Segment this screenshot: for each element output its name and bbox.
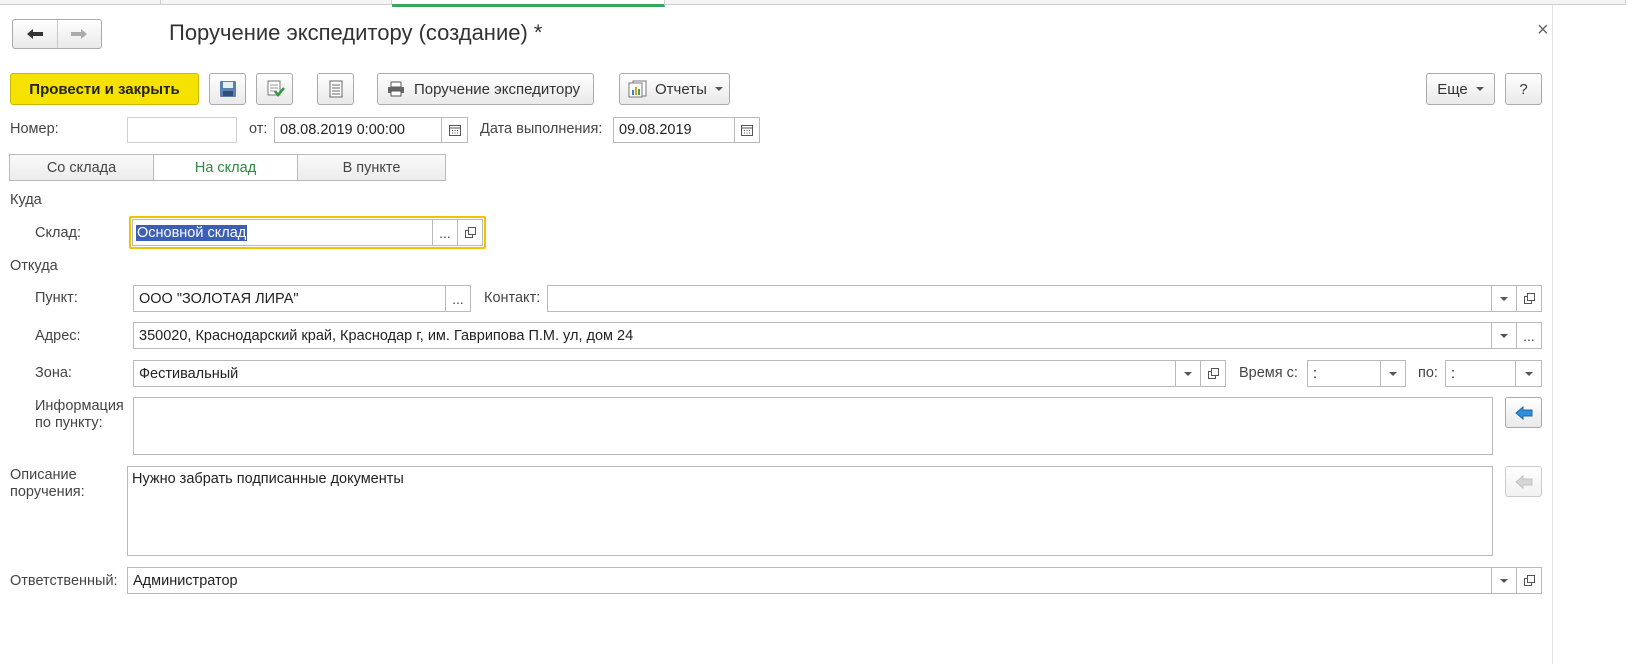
forward-arrow-icon: [71, 29, 88, 39]
chevron-down-icon: [1184, 371, 1192, 376]
printer-icon: [388, 81, 404, 97]
more-button[interactable]: Еще: [1426, 73, 1495, 105]
chevron-down-icon: [1524, 371, 1533, 376]
date-from-field[interactable]: 08.08.2019 0:00:00: [274, 117, 442, 143]
save-button[interactable]: [209, 73, 246, 105]
print-button[interactable]: Поручение экспедитору: [377, 73, 594, 105]
open-icon: [1207, 368, 1219, 379]
close-icon[interactable]: ×: [1537, 19, 1549, 42]
date-from-label: от:: [249, 121, 268, 137]
scrollbar-edge: [1552, 5, 1553, 664]
number-field[interactable]: [127, 117, 237, 143]
warehouse-field[interactable]: Основной склад: [132, 219, 433, 246]
responsible-label: Ответственный:: [10, 573, 118, 589]
chevron-down-icon: [1500, 578, 1508, 583]
description-label: Описание поручения:: [10, 467, 85, 501]
contact-open-button[interactable]: [1516, 285, 1542, 312]
responsible-dropdown-button[interactable]: [1491, 567, 1517, 594]
address-dropdown-button[interactable]: [1491, 322, 1517, 349]
point-select-button[interactable]: ...: [445, 285, 471, 312]
reports-icon: [628, 80, 647, 98]
save-icon: [219, 81, 236, 97]
post-document-icon: [267, 80, 285, 97]
app-tab-active[interactable]: [392, 0, 665, 7]
chevron-down-icon: [1500, 333, 1508, 338]
open-icon: [1523, 293, 1535, 304]
time-from-dropdown-button[interactable]: [1380, 360, 1406, 387]
description-field[interactable]: Нужно забрать подписанные документы: [127, 466, 1493, 556]
description-label-line2: поручения:: [10, 484, 85, 500]
calendar-icon: [741, 125, 753, 136]
point-info-fill-button[interactable]: [1505, 397, 1542, 428]
reports-button-label: Отчеты: [655, 80, 707, 98]
address-select-button[interactable]: ...: [1516, 322, 1542, 349]
point-info-label-line2: по пункту:: [35, 415, 103, 431]
window-title: Поручение экспедитору (создание) *: [169, 20, 543, 45]
time-from-label: Время с:: [1239, 365, 1298, 381]
journal-button[interactable]: [317, 73, 354, 105]
arrow-left-icon: [1514, 405, 1532, 420]
point-info-label-line1: Информация: [35, 398, 124, 414]
point-field[interactable]: ООО "ЗОЛОТАЯ ЛИРА": [133, 285, 446, 312]
back-button[interactable]: [13, 20, 58, 48]
point-info-label: Информация по пункту:: [35, 398, 124, 432]
description-label-line1: Описание: [10, 467, 77, 483]
open-icon: [1523, 575, 1535, 586]
tab-to-warehouse[interactable]: На склад: [153, 154, 298, 181]
zone-dropdown-button[interactable]: [1175, 360, 1201, 387]
app-tab[interactable]: [0, 0, 161, 5]
help-button[interactable]: ?: [1505, 73, 1542, 105]
warehouse-value: Основной склад: [136, 224, 248, 241]
calendar-button[interactable]: [734, 117, 760, 143]
point-info-field[interactable]: [133, 397, 1493, 455]
arrow-left-icon: [1514, 474, 1532, 489]
chevron-down-icon: [1500, 296, 1508, 301]
warehouse-select-button[interactable]: ...: [432, 219, 458, 246]
app-tab[interactable]: [665, 0, 1626, 5]
exec-date-label: Дата выполнения:: [480, 121, 603, 137]
print-button-label: Поручение экспедитору: [414, 80, 580, 98]
chevron-down-icon: [714, 87, 723, 91]
forward-button[interactable]: [58, 20, 102, 48]
zone-field[interactable]: Фестивальный: [133, 360, 1176, 387]
open-icon: [464, 227, 476, 238]
exec-date-field[interactable]: 09.08.2019: [613, 117, 735, 143]
time-to-field[interactable]: :: [1445, 360, 1516, 387]
zone-label: Зона:: [35, 365, 72, 381]
section-from-title: Откуда: [10, 258, 58, 274]
warehouse-open-button[interactable]: [457, 219, 483, 246]
chevron-down-icon: [1389, 371, 1397, 376]
app-tab-strip: [0, 0, 1632, 7]
zone-open-button[interactable]: [1200, 360, 1226, 387]
tab-from-warehouse[interactable]: Со склада: [9, 154, 154, 181]
time-to-label: по:: [1418, 365, 1438, 381]
tab-at-point[interactable]: В пункте: [297, 154, 446, 181]
warehouse-label: Склад:: [35, 225, 81, 241]
post-button[interactable]: [256, 73, 293, 105]
reports-button[interactable]: Отчеты: [619, 73, 730, 105]
contact-label: Контакт:: [484, 290, 541, 306]
responsible-field[interactable]: Администратор: [127, 567, 1492, 594]
section-to-title: Куда: [10, 192, 42, 208]
time-to-dropdown-button[interactable]: [1515, 360, 1542, 387]
nav-buttons: [12, 19, 102, 49]
point-label: Пункт:: [35, 290, 78, 306]
address-label: Адрес:: [35, 328, 81, 344]
calendar-button[interactable]: [441, 117, 468, 143]
responsible-open-button[interactable]: [1516, 567, 1542, 594]
address-field[interactable]: 350020, Краснодарский край, Краснодар г,…: [133, 322, 1492, 349]
app-tab[interactable]: [161, 0, 392, 5]
contact-field[interactable]: [547, 285, 1492, 312]
description-fill-button[interactable]: [1505, 466, 1542, 497]
back-arrow-icon: [26, 29, 43, 39]
post-and-close-button[interactable]: Провести и закрыть: [10, 73, 199, 105]
chevron-down-icon: [1475, 87, 1484, 91]
time-from-field[interactable]: :: [1307, 360, 1381, 387]
calendar-icon: [448, 125, 461, 136]
more-button-label: Еще: [1437, 80, 1468, 98]
contact-dropdown-button[interactable]: [1491, 285, 1517, 312]
list-icon: [329, 80, 342, 98]
number-label: Номер:: [10, 121, 59, 137]
